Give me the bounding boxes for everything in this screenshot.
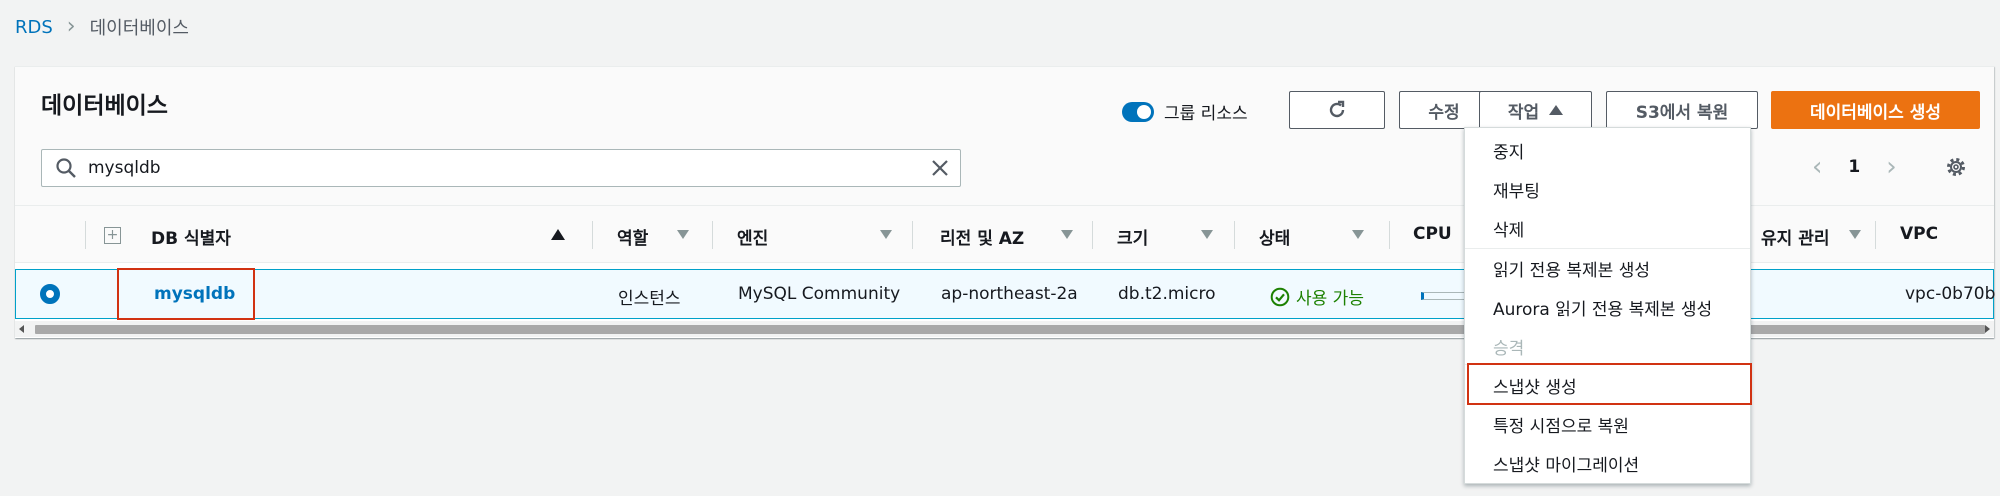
chevron-right-icon[interactable]: › — [1886, 152, 1896, 182]
column-header-db-id[interactable]: DB 식별자 — [151, 224, 231, 249]
column-header-status[interactable]: 상태 — [1259, 224, 1290, 249]
column-divider — [912, 221, 913, 249]
modify-button[interactable]: 수정 — [1399, 91, 1489, 129]
breadcrumb: RDS › 데이터베이스 — [15, 14, 189, 40]
column-divider — [1234, 221, 1235, 249]
column-header-cpu[interactable]: CPU — [1413, 224, 1452, 244]
gear-icon[interactable] — [1944, 155, 1968, 179]
db-identifier-link[interactable]: mysqldb — [154, 284, 235, 304]
page-title: 데이터베이스 — [41, 93, 168, 119]
breadcrumb-current: 데이터베이스 — [89, 18, 189, 39]
column-divider — [712, 221, 713, 249]
menu-item-migrate-snapshot[interactable]: 스냅샷 마이그레이션 — [1493, 451, 1639, 476]
chevron-right-icon: › — [66, 14, 76, 39]
column-divider — [1092, 221, 1093, 249]
search-value: mysqldb — [88, 158, 161, 178]
column-header-size[interactable]: 크기 — [1117, 224, 1148, 249]
column-header-role[interactable]: 역할 — [617, 224, 648, 249]
column-header-maintenance[interactable]: 유지 관리 — [1761, 224, 1829, 249]
current-page[interactable]: 1 — [1848, 157, 1860, 177]
column-divider — [592, 221, 593, 249]
menu-item-restore-point-in-time[interactable]: 특정 시점으로 복원 — [1493, 412, 1629, 437]
status-badge: 사용 가능 — [1270, 284, 1364, 309]
search-input[interactable]: mysqldb — [41, 149, 961, 187]
search-icon — [56, 158, 76, 178]
menu-item-reboot[interactable]: 재부팅 — [1493, 177, 1540, 202]
group-resources-toggle[interactable] — [1122, 101, 1154, 122]
restore-from-s3-button[interactable]: S3에서 복원 — [1606, 91, 1758, 129]
menu-item-create-aurora-read-replica[interactable]: Aurora 읽기 전용 복제본 생성 — [1493, 295, 1712, 320]
sort-icon[interactable] — [1849, 230, 1861, 239]
sort-icon[interactable] — [1061, 230, 1073, 239]
pagination: ‹ 1 › — [1812, 152, 1897, 182]
column-header-vpc[interactable]: VPC — [1900, 224, 1938, 244]
chevron-left-icon[interactable]: ‹ — [1812, 152, 1822, 182]
caret-up-icon — [1549, 105, 1564, 115]
cell-role: 인스턴스 — [618, 289, 681, 309]
status-text: 사용 가능 — [1296, 289, 1364, 309]
menu-item-stop[interactable]: 중지 — [1493, 138, 1524, 163]
column-header-engine[interactable]: 엔진 — [737, 224, 768, 249]
sort-icon[interactable] — [1201, 230, 1213, 239]
scroll-left-icon[interactable] — [19, 325, 24, 333]
cell-vpc[interactable]: vpc-0b70b — [1905, 284, 1995, 304]
column-header-region-az[interactable]: 리전 및 AZ — [940, 224, 1024, 249]
cell-engine: MySQL Community — [738, 284, 901, 304]
column-divider — [1389, 221, 1390, 249]
close-icon[interactable] — [930, 158, 950, 178]
menu-item-delete[interactable]: 삭제 — [1493, 216, 1524, 241]
refresh-icon — [1329, 100, 1345, 118]
group-resources-toggle-wrap: 그룹 리소스 — [1122, 99, 1248, 124]
sort-icon[interactable] — [1352, 230, 1364, 239]
menu-item-create-read-replica[interactable]: 읽기 전용 복제본 생성 — [1493, 256, 1650, 281]
cell-region-az: ap-northeast-2a — [941, 284, 1078, 304]
group-resources-label: 그룹 리소스 — [1164, 104, 1248, 124]
expand-all-icon[interactable]: + — [104, 227, 121, 244]
sort-icon[interactable] — [677, 230, 689, 239]
sort-ascending-icon[interactable] — [551, 229, 565, 240]
menu-item-take-snapshot[interactable]: 스냅샷 생성 — [1493, 373, 1577, 398]
actions-label: 작업 — [1507, 102, 1540, 123]
sort-icon[interactable] — [880, 230, 892, 239]
actions-dropdown-menu: 중지 재부팅 삭제 읽기 전용 복제본 생성 Aurora 읽기 전용 복제본 … — [1464, 127, 1752, 484]
refresh-button[interactable] — [1289, 91, 1385, 129]
breadcrumb-rds-link[interactable]: RDS — [15, 17, 53, 38]
row-select-radio[interactable] — [40, 284, 60, 304]
column-divider — [85, 221, 86, 249]
column-divider — [1875, 221, 1876, 249]
cell-size: db.t2.micro — [1118, 284, 1216, 304]
scroll-right-icon[interactable] — [1985, 325, 1990, 333]
menu-item-promote: 승격 — [1493, 339, 1525, 359]
check-circle-icon — [1270, 287, 1290, 306]
menu-divider — [1465, 248, 1750, 249]
create-database-button[interactable]: 데이터베이스 생성 — [1771, 91, 1980, 129]
actions-button[interactable]: 작업 — [1479, 91, 1592, 129]
